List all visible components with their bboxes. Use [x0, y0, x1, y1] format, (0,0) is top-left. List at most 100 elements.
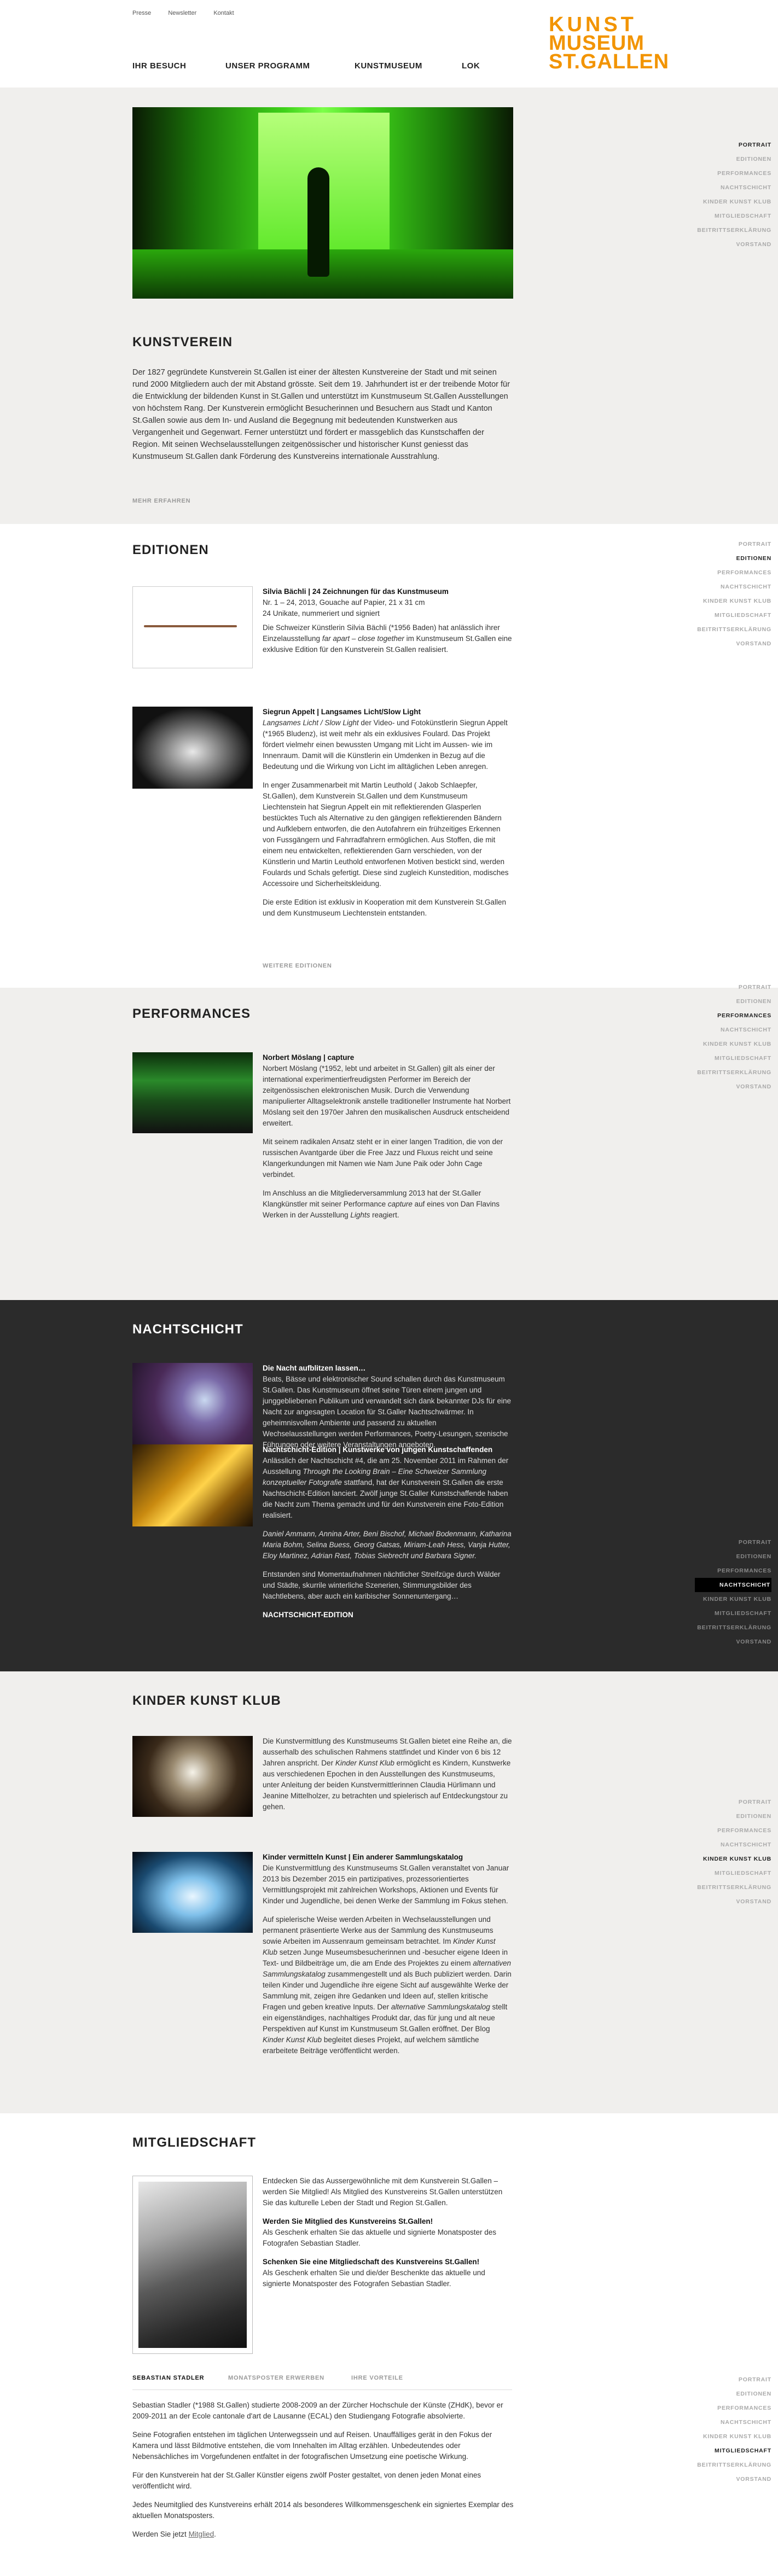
sidenav-editionen[interactable]: EDITIONEN	[695, 1809, 771, 1823]
sidenav-editionen[interactable]: EDITIONEN	[695, 2387, 771, 2401]
sidenav-performances[interactable]: PERFORMANCES	[695, 1564, 771, 1578]
sidenav-portrait[interactable]: PORTRAIT	[695, 537, 771, 551]
sidenav-kinder-kunst-klub[interactable]: KINDER KUNST KLUB	[695, 2429, 771, 2444]
section-nav: PORTRAIT EDITIONEN PERFORMANCES NACHTSCH…	[695, 980, 771, 1094]
stadler-text: Seine Fotografien entstehen im täglichen…	[132, 2431, 492, 2461]
nav-lok[interactable]: LOK	[462, 60, 480, 73]
sidenav-editionen[interactable]: EDITIONEN	[695, 152, 771, 166]
sidenav-beitrittserklaerung[interactable]: BEITRITTSERKLÄRUNG	[695, 1065, 771, 1080]
top-link-kontakt[interactable]: Kontakt	[213, 10, 234, 16]
logo[interactable]: KUNST MUSEUM ST.GALLEN	[549, 14, 670, 73]
sidenav-kinder-kunst-klub[interactable]: KINDER KUNST KLUB	[695, 195, 771, 209]
kunstverein-title: KUNSTVEREIN	[132, 335, 233, 349]
more-link[interactable]: MEHR ERFAHREN	[132, 497, 190, 506]
sidenav-kinder-kunst-klub[interactable]: KINDER KUNST KLUB	[695, 1037, 771, 1051]
edition-title[interactable]: Silvia Bächli | 24 Zeichnungen für das K…	[263, 587, 449, 596]
hero-image	[132, 107, 513, 299]
sidenav-beitrittserklaerung[interactable]: BEITRITTSERKLÄRUNG	[695, 1880, 771, 1895]
monatsposter-image[interactable]	[132, 2176, 253, 2354]
section-mitgliedschaft: MITGLIEDSCHAFT PORTRAIT EDITIONEN PERFOR…	[0, 2113, 778, 2576]
sidenav-vorstand[interactable]: VORSTAND	[695, 1080, 771, 1094]
sidenav-portrait[interactable]: PORTRAIT	[695, 2373, 771, 2387]
nachtschicht-item-title[interactable]: Nachtschicht-Edition | Kunstwerke von ju…	[263, 1446, 492, 1454]
top-link-newsletter[interactable]: Newsletter	[168, 10, 196, 16]
nav-kunstmuseum[interactable]: KUNSTMUSEUM	[355, 60, 422, 73]
edition-item-appelt: Siegrun Appelt | Langsames Licht/Slow Li…	[263, 707, 512, 926]
sidenav-performances[interactable]: PERFORMANCES	[695, 566, 771, 580]
sidenav-editionen[interactable]: EDITIONEN	[695, 1549, 771, 1564]
logo-line-3: ST.GALLEN	[549, 50, 670, 73]
sidenav-beitrittserklaerung[interactable]: BEITRITTSERKLÄRUNG	[695, 2458, 771, 2472]
nachtschicht-text: Entstanden sind Momentaufnahmen nächtlic…	[263, 1570, 501, 1600]
sidenav-performances[interactable]: PERFORMANCES	[695, 1009, 771, 1023]
sidenav-beitrittserklaerung[interactable]: BEITRITTSERKLÄRUNG	[695, 1621, 771, 1635]
sidenav-beitrittserklaerung[interactable]: BEITRITTSERKLÄRUNG	[695, 622, 771, 637]
kinder-image-2[interactable]	[132, 1852, 253, 1933]
section-kinder-kunst-klub: KINDER KUNST KLUB PORTRAIT EDITIONEN PER…	[0, 1671, 778, 2113]
sidenav-kinder-kunst-klub[interactable]: KINDER KUNST KLUB	[695, 1852, 771, 1866]
edition-image-appelt[interactable]	[132, 707, 253, 789]
sidenav-nachtschicht[interactable]: NACHTSCHICHT	[695, 1023, 771, 1037]
sidenav-portrait[interactable]: PORTRAIT	[695, 1795, 771, 1809]
kinder-image-1[interactable]	[132, 1736, 253, 1817]
performance-image[interactable]	[132, 1052, 253, 1133]
tab-monatsposter-erwerben[interactable]: MONATSPOSTER ERWERBEN	[228, 2374, 324, 2383]
sidenav-portrait[interactable]: PORTRAIT	[695, 1535, 771, 1549]
sidenav-nachtschicht[interactable]: NACHTSCHICHT	[695, 180, 771, 195]
sidenav-vorstand[interactable]: VORSTAND	[695, 1895, 771, 1909]
sidenav-vorstand[interactable]: VORSTAND	[695, 237, 771, 252]
sidenav-mitgliedschaft[interactable]: MITGLIEDSCHAFT	[695, 1866, 771, 1880]
sidenav-editionen[interactable]: EDITIONEN	[695, 994, 771, 1009]
more-editions-link[interactable]: WEITERE EDITIONEN	[263, 961, 332, 971]
nachtschicht-edition-link[interactable]: NACHTSCHICHT-EDITION	[263, 1611, 353, 1619]
section-performances: PERFORMANCES PORTRAIT EDITIONEN PERFORMA…	[0, 984, 778, 1300]
mitgliedschaft-title: MITGLIEDSCHAFT	[132, 2135, 256, 2150]
nachtschicht-text: Beats, Bässe und elektronischer Sound sc…	[263, 1375, 512, 1449]
kinder-item-title[interactable]: Kinder vermitteln Kunst | Ein anderer Sa…	[263, 1853, 463, 1861]
sidenav-vorstand[interactable]: VORSTAND	[695, 1635, 771, 1649]
sidenav-performances[interactable]: PERFORMANCES	[695, 2401, 771, 2415]
sidenav-nachtschicht[interactable]: NACHTSCHICHT	[695, 1578, 771, 1592]
performance-title[interactable]: Norbert Möslang | capture	[263, 1053, 354, 1062]
sidenav-vorstand[interactable]: VORSTAND	[695, 637, 771, 651]
sidenav-mitgliedschaft[interactable]: MITGLIEDSCHAFT	[695, 608, 771, 622]
sidenav-editionen[interactable]: EDITIONEN	[695, 551, 771, 566]
sidenav-portrait[interactable]: PORTRAIT	[695, 138, 771, 152]
sidenav-vorstand[interactable]: VORSTAND	[695, 2472, 771, 2486]
sidenav-kinder-kunst-klub[interactable]: KINDER KUNST KLUB	[695, 594, 771, 608]
sidenav-beitrittserklaerung[interactable]: BEITRITTSERKLÄRUNG	[695, 223, 771, 237]
nachtschicht-item-title[interactable]: Die Nacht aufblitzen lassen…	[263, 1364, 365, 1372]
sidenav-mitgliedschaft[interactable]: MITGLIEDSCHAFT	[695, 1051, 771, 1065]
mitglied-heading[interactable]: Schenken Sie eine Mitgliedschaft des Kun…	[263, 2258, 479, 2266]
sidenav-nachtschicht[interactable]: NACHTSCHICHT	[695, 580, 771, 594]
nav-ihr-besuch[interactable]: IHR BESUCH	[132, 60, 186, 73]
sidenav-nachtschicht[interactable]: NACHTSCHICHT	[695, 1838, 771, 1852]
edition-title[interactable]: Siegrun Appelt | Langsames Licht/Slow Li…	[263, 708, 421, 716]
sidenav-performances[interactable]: PERFORMANCES	[695, 166, 771, 180]
artist-names: Daniel Ammann, Annina Arter, Beni Bischo…	[263, 1530, 512, 1560]
tab-ihre-vorteile[interactable]: IHRE VORTEILE	[351, 2374, 403, 2383]
sidenav-mitgliedschaft[interactable]: MITGLIEDSCHAFT	[695, 2444, 771, 2458]
sidenav-nachtschicht[interactable]: NACHTSCHICHT	[695, 2415, 771, 2429]
edition-image-baechli[interactable]	[132, 586, 253, 668]
sidenav-portrait[interactable]: PORTRAIT	[695, 980, 771, 994]
mitglied-heading[interactable]: Werden Sie Mitglied des Kunstvereins St.…	[263, 2217, 433, 2225]
section-editionen: EDITIONEN PORTRAIT EDITIONEN PERFORMANCE…	[0, 524, 778, 988]
sidenav-mitgliedschaft[interactable]: MITGLIEDSCHAFT	[695, 209, 771, 223]
performance-text-em: capture	[387, 1200, 413, 1208]
mitglied-link[interactable]: Mitglied	[189, 2530, 214, 2538]
nachtschicht-image-1[interactable]	[132, 1363, 253, 1456]
nachtschicht-title: NACHTSCHICHT	[132, 1322, 243, 1337]
nav-unser-programm[interactable]: UNSER PROGRAMM	[225, 60, 310, 73]
top-link-presse[interactable]: Presse	[132, 10, 151, 16]
performances-title: PERFORMANCES	[132, 1006, 251, 1021]
sidenav-performances[interactable]: PERFORMANCES	[695, 1823, 771, 1838]
sidenav-mitgliedschaft[interactable]: MITGLIEDSCHAFT	[695, 1606, 771, 1621]
kinder-item-1: Die Kunstvermittlung des Kunstmuseums St…	[263, 1736, 512, 1820]
performance-item: Norbert Möslang | capture Norbert Möslan…	[263, 1052, 512, 1228]
sidenav-kinder-kunst-klub[interactable]: KINDER KUNST KLUB	[695, 1592, 771, 1606]
tab-sebastian-stadler[interactable]: SEBASTIAN STADLER	[132, 2374, 204, 2383]
section-kunstverein: PORTRAIT EDITIONEN PERFORMANCES NACHTSCH…	[0, 88, 778, 524]
mitglied-text: Als Geschenk erhalten Sie und die/der Be…	[263, 2269, 485, 2288]
nachtschicht-image-2[interactable]	[132, 1444, 253, 1526]
